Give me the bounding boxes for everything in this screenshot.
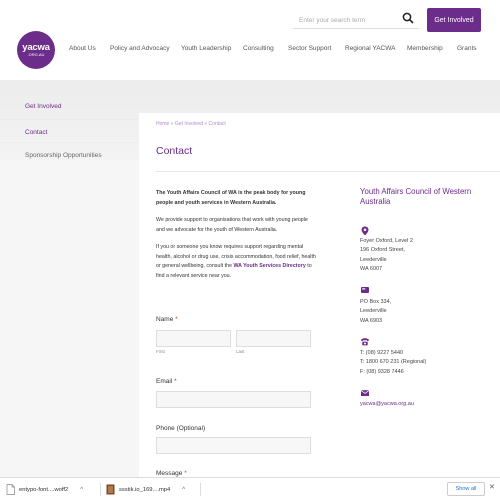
nav-regional-yacwa[interactable]: Regional YACWA <box>345 45 395 52</box>
main-content: Home » Get Involved » Contact Contact Th… <box>139 113 500 500</box>
email-link[interactable]: yacwa@yacwa.org.au <box>360 401 414 407</box>
first-name-field[interactable] <box>156 330 231 347</box>
logo-subtext: .ORG.AU <box>27 52 45 57</box>
youth-services-directory-link[interactable]: WA Youth Services Directory <box>233 263 305 269</box>
intro-text: The Youth Affairs Council of WA is the p… <box>156 189 316 289</box>
download-item[interactable]: entypo-font....woff2 ^ <box>6 484 83 495</box>
breadcrumb: Home » Get Involved » Contact <box>156 121 226 127</box>
download-bar: entypo-font....woff2 ^ ssstik.io_169....… <box>0 477 500 500</box>
show-all-button[interactable]: Show all <box>447 482 485 496</box>
nav-youth-leadership[interactable]: Youth Leadership <box>181 45 231 52</box>
intro-paragraph-1: The Youth Affairs Council of WA is the p… <box>156 190 306 206</box>
video-file-icon <box>106 484 115 495</box>
address-block: Foyer Oxford, Level 2 196 Oxford Street,… <box>360 238 413 272</box>
search-box <box>293 9 419 31</box>
nav-policy-advocacy[interactable]: Policy and Advocacy <box>110 45 170 52</box>
first-sublabel: First <box>156 349 165 354</box>
phone-block: T: (08) 9227 5440 T: 1800 670 231 (Regio… <box>360 350 427 375</box>
phone-icon <box>361 338 369 346</box>
file-icon <box>6 484 15 495</box>
get-involved-button[interactable]: Get Involved <box>427 8 481 32</box>
name-label: Name * <box>156 316 178 323</box>
last-sublabel: Last <box>236 349 245 354</box>
sidebar-item-contact[interactable]: Contact <box>0 120 138 142</box>
download-filename: ssstik.io_169....mp4 <box>119 486 171 493</box>
chevron-up-icon[interactable]: ^ <box>182 487 185 493</box>
close-icon[interactable]: ✕ <box>489 483 495 491</box>
nav-grants[interactable]: Grants <box>457 45 477 52</box>
title-divider <box>156 171 500 172</box>
download-item[interactable]: ssstik.io_169....mp4 ^ <box>106 484 185 495</box>
nav-sector-support[interactable]: Sector Support <box>288 45 331 52</box>
intro-paragraph-3: If you or someone you know requires supp… <box>156 244 316 279</box>
chevron-up-icon[interactable]: ^ <box>80 487 83 493</box>
nav-consulting[interactable]: Consulting <box>243 45 274 52</box>
sidebar-title-get-involved[interactable]: Get Involved <box>0 94 138 119</box>
breadcrumb-current: Contact <box>208 121 226 127</box>
logo-text: yacwa <box>22 42 50 53</box>
email-field[interactable] <box>156 391 311 408</box>
search-icon[interactable] <box>402 12 414 24</box>
phone-field[interactable] <box>156 437 311 454</box>
intro-paragraph-2: We provide support to organisations that… <box>156 217 308 233</box>
phone-label: Phone (Optional) <box>156 425 206 432</box>
breadcrumb-get-involved[interactable]: Get Involved <box>175 121 203 127</box>
email-block: yacwa@yacwa.org.au <box>360 400 414 409</box>
nav-membership[interactable]: Membership <box>407 45 443 52</box>
page-title: Contact <box>156 145 193 157</box>
download-separator <box>200 483 201 496</box>
mailbox-icon <box>361 287 369 293</box>
nav-about-us[interactable]: About Us <box>69 45 96 52</box>
envelope-icon <box>360 390 370 396</box>
download-filename: entypo-font....woff2 <box>19 486 69 493</box>
po-box-block: PO Box 334, Leederville WA 6903 <box>360 299 392 324</box>
site-header: Get Involved yacwa .ORG.AU About Us Poli… <box>0 0 500 80</box>
message-label: Message * <box>156 470 187 477</box>
sidebar-item-sponsorship[interactable]: Sponsorship Opportunities <box>0 142 138 164</box>
map-pin-icon <box>361 226 369 236</box>
download-separator <box>100 483 101 496</box>
sidebar: Get Involved Contact Sponsorship Opportu… <box>0 94 138 164</box>
org-title: Youth Affairs Council of Western Austral… <box>360 187 472 206</box>
search-input[interactable] <box>293 10 393 31</box>
last-name-field[interactable] <box>236 330 311 347</box>
yacwa-logo[interactable]: yacwa .ORG.AU <box>17 31 55 69</box>
breadcrumb-home[interactable]: Home <box>156 121 169 127</box>
email-label: Email * <box>156 378 177 385</box>
